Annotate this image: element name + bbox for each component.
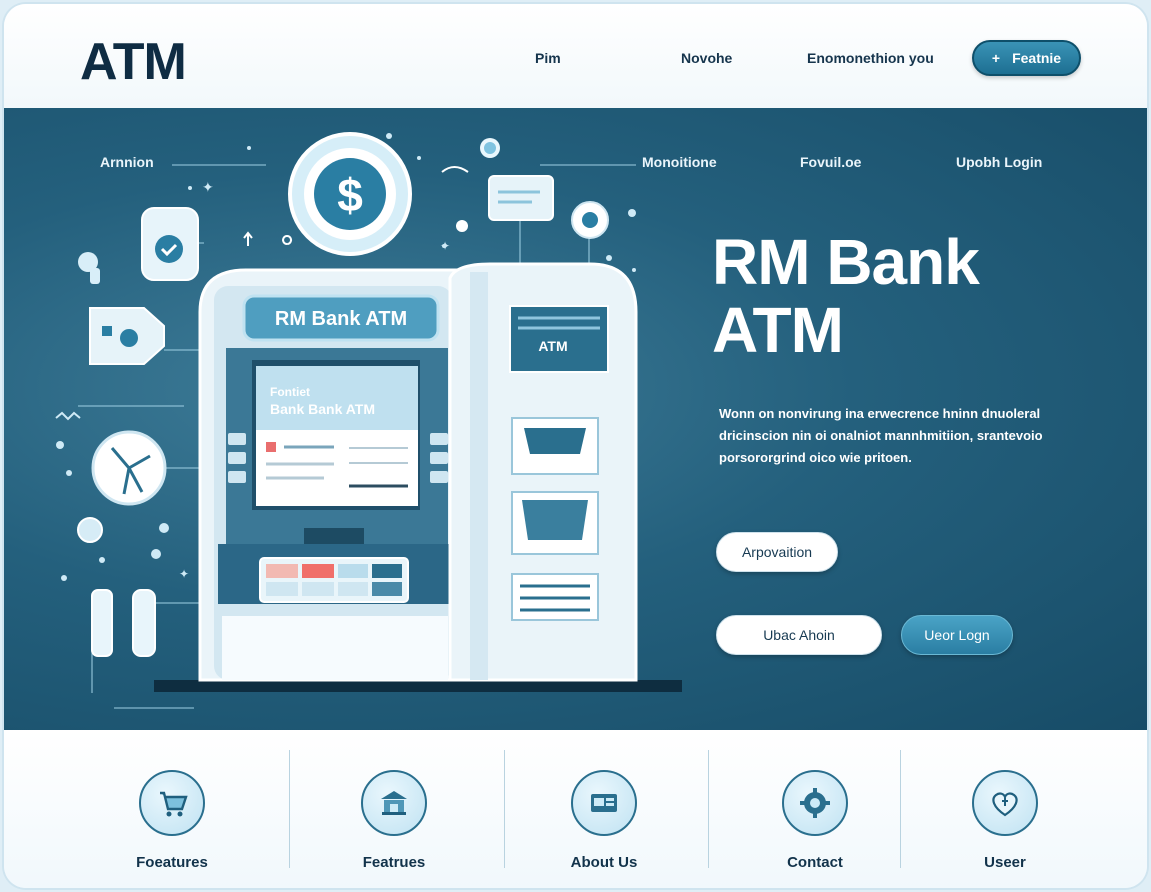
hero-side-label-4[interactable]: Upobh Login: [956, 154, 1042, 170]
bank-icon: [361, 770, 427, 836]
feature-item[interactable]: Useer: [925, 770, 1085, 871]
feature-item[interactable]: Foeatures: [92, 770, 252, 871]
features-bar: Foeatures Featrues About Us Contact Usee…: [4, 730, 1147, 888]
atm-screen-line-1: Fontiet: [270, 385, 310, 399]
app-frame: ATM Pim Novohe Enomonethion you + Featni…: [4, 4, 1147, 888]
top-navigation: ATM Pim Novohe Enomonethion you + Featni…: [4, 4, 1147, 108]
user-login-button[interactable]: Ueor Logn: [901, 615, 1013, 655]
hero-description: Wonn on nonvirung ina erwecrence hninn d…: [719, 406, 1043, 465]
nav-link-1[interactable]: Pim: [535, 50, 561, 66]
svg-text:✦: ✦: [440, 239, 450, 253]
cart-icon: [139, 770, 205, 836]
hero-side-label-3[interactable]: Fovuil.oe: [800, 154, 861, 170]
feature-item[interactable]: About Us: [524, 770, 684, 871]
feature-item[interactable]: Contact: [735, 770, 895, 871]
feature-label: Foeatures: [136, 854, 208, 871]
hero-title-line-2: ATM: [712, 294, 844, 366]
hero-side-label-2[interactable]: Monoitione: [642, 154, 717, 170]
svg-text:✦: ✦: [179, 567, 189, 581]
hero-side-label-1[interactable]: Arnnion: [100, 154, 154, 170]
feature-divider: [289, 750, 290, 868]
nav-link-2[interactable]: Novohe: [681, 50, 732, 66]
feature-label: Useer: [984, 854, 1026, 871]
feature-label: Featrues: [362, 854, 426, 871]
gear-icon: [782, 770, 848, 836]
feature-divider: [900, 750, 901, 868]
svg-text:✦: ✦: [202, 180, 214, 196]
hero-section: ✦ ✦ ✦ $ RM Bank ATM Fontiet Bank Bank AT…: [4, 108, 1147, 730]
card-icon: [571, 770, 637, 836]
logo[interactable]: ATM: [80, 32, 187, 92]
nav-link-3[interactable]: Enomonethion you: [807, 50, 934, 66]
feature-cta-button[interactable]: + Featnie: [972, 40, 1081, 76]
atm-sign-label: RM Bank ATM: [275, 308, 407, 330]
svg-text:$: $: [337, 169, 363, 221]
atm-screen-line-2: Bank Bank ATM: [270, 401, 375, 417]
feature-item[interactable]: Featrues: [314, 770, 474, 871]
feature-label: Contact: [787, 854, 843, 871]
primary-action-button[interactable]: Arpovaition: [716, 532, 838, 572]
feature-divider: [708, 750, 709, 868]
plus-sparkle-icon: +: [991, 50, 1001, 66]
atm-tower-label: ATM: [538, 338, 567, 354]
hero-title-line-1: RM Bank: [712, 226, 980, 298]
secondary-action-button[interactable]: Ubac Ahoin: [716, 615, 882, 655]
secondary-action-label: Ubac Ahoin: [763, 627, 835, 643]
hero-title: RM Bank ATM: [712, 228, 1112, 364]
feature-cta-label: Featnie: [1012, 50, 1062, 66]
feature-divider: [504, 750, 505, 868]
feature-label: About Us: [570, 854, 638, 871]
heart-badge-icon: [972, 770, 1038, 836]
